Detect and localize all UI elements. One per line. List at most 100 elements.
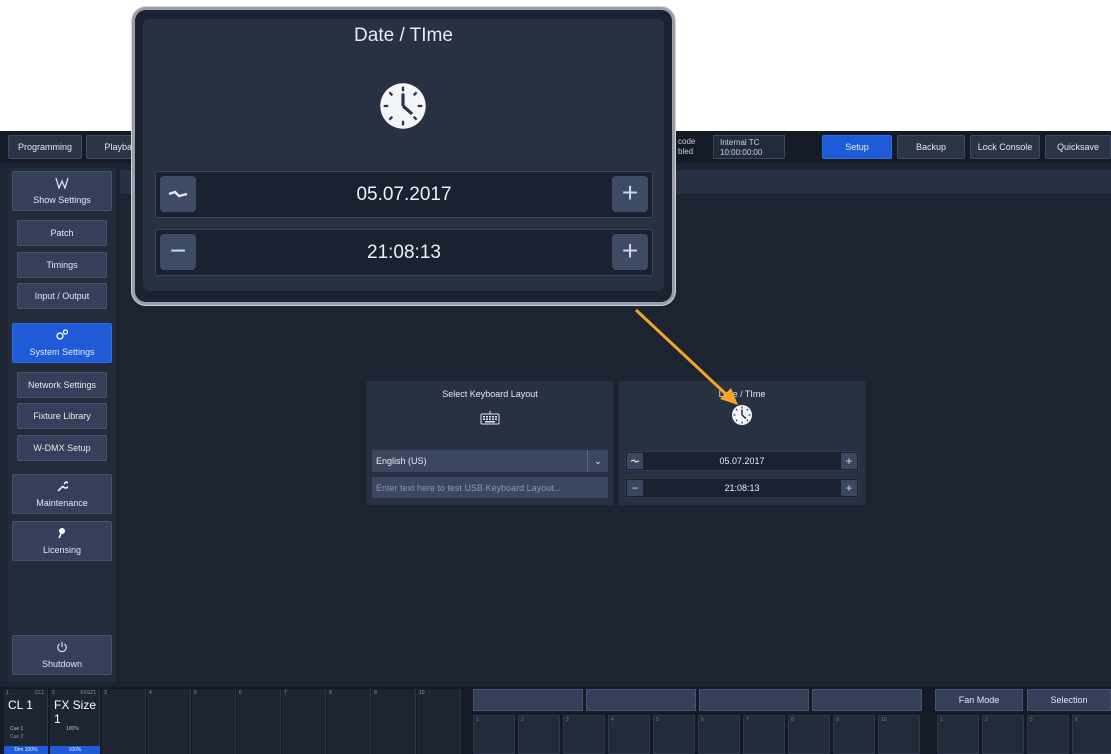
time-increment-button[interactable]: + bbox=[841, 480, 857, 496]
selection-button[interactable]: Selection bbox=[1027, 689, 1111, 711]
cell-number: 9 bbox=[374, 690, 377, 696]
fan-mode-label: Fan Mode bbox=[958, 695, 1000, 705]
input-output-button[interactable]: Input / Output bbox=[17, 283, 107, 309]
fader-number: 7 bbox=[746, 717, 749, 723]
fader-square-8[interactable]: 8 bbox=[788, 715, 830, 754]
fader-number: 6 bbox=[1075, 717, 1078, 723]
zoom-time-row: − 21:08:13 + bbox=[155, 229, 653, 276]
fader-number: 6 bbox=[701, 717, 704, 723]
zoom-time-increment-button[interactable]: + bbox=[612, 234, 648, 270]
cell1-cue2: Cue 2 bbox=[10, 734, 24, 740]
lock-console-button[interactable]: Lock Console bbox=[970, 135, 1040, 159]
plus-icon: + bbox=[845, 481, 853, 495]
timecode-status: code bled bbox=[672, 135, 708, 159]
internal-tc-label: Internal TC bbox=[720, 138, 760, 147]
timings-button[interactable]: Timings bbox=[17, 252, 107, 278]
internal-tc[interactable]: Internal TC 10:00:00:00 bbox=[713, 135, 785, 159]
system-settings-button[interactable]: System Settings bbox=[12, 323, 112, 363]
zoom-date-value: 05.07.2017 bbox=[356, 184, 452, 205]
executor-button-3[interactable] bbox=[699, 689, 809, 711]
fixture-library-label: Fixture Library bbox=[33, 411, 91, 421]
playback-cell-1[interactable]: 1 CL1 CL 1 Cue 1 Cue 2 Dim 100% bbox=[4, 689, 48, 754]
playback-cell-6[interactable]: 6 bbox=[237, 689, 281, 754]
patch-button[interactable]: Patch bbox=[17, 220, 107, 246]
backup-button[interactable]: Backup bbox=[897, 135, 965, 159]
licensing-button[interactable]: Licensing bbox=[12, 521, 112, 561]
cell-number: 3 bbox=[104, 690, 107, 696]
fader-square-7[interactable]: 7 bbox=[743, 715, 785, 754]
fader-number: 3 bbox=[566, 717, 569, 723]
licensing-label: Licensing bbox=[42, 545, 82, 555]
zoom-date-row: 05.07.2017 + bbox=[155, 171, 653, 218]
sel-square-2[interactable]: 6 bbox=[1072, 715, 1111, 754]
fader-square-5[interactable]: 5 bbox=[653, 715, 695, 754]
gears-icon bbox=[55, 329, 69, 344]
zoom-date-increment-button[interactable]: + bbox=[612, 176, 648, 212]
fader-square-6[interactable]: 6 bbox=[698, 715, 740, 754]
cell2-dim: 100% bbox=[50, 746, 100, 754]
executor-button-1[interactable] bbox=[473, 689, 583, 711]
shutdown-button[interactable]: Shutdown bbox=[12, 635, 112, 675]
fader-square-10[interactable]: 10 bbox=[878, 715, 920, 754]
setup-button[interactable]: Setup bbox=[822, 135, 892, 159]
system-settings-label: System Settings bbox=[29, 347, 95, 357]
fader-number: 10 bbox=[881, 717, 887, 723]
playback-cell-2[interactable]: 2 FXSZ1 FX Size 1 100% 100% bbox=[50, 689, 100, 754]
date-increment-button[interactable]: + bbox=[841, 453, 857, 469]
fader-square-1[interactable]: 1 bbox=[473, 715, 515, 754]
network-settings-button[interactable]: Network Settings bbox=[17, 372, 107, 398]
fan-square-1[interactable]: 1 bbox=[937, 715, 979, 754]
wdmx-setup-label: W-DMX Setup bbox=[33, 443, 91, 453]
fan-square-2[interactable]: 2 bbox=[982, 715, 1024, 754]
chevron-down-icon[interactable]: ⌄ bbox=[587, 450, 608, 472]
date-time-panel: Date / TIme 05.07.2017 + − 21:08:13 + bbox=[619, 381, 865, 505]
plus-icon: + bbox=[621, 235, 639, 266]
fixture-library-button[interactable]: Fixture Library bbox=[17, 403, 107, 429]
playback-cell-5[interactable]: 5 bbox=[192, 689, 236, 754]
key-icon bbox=[56, 527, 68, 542]
executor-button-2[interactable] bbox=[586, 689, 696, 711]
cell2-num: 2 bbox=[52, 690, 55, 696]
cell1-name: CL 1 bbox=[8, 698, 33, 712]
show-settings-button[interactable]: Show Settings bbox=[12, 171, 112, 211]
clock-icon bbox=[378, 81, 428, 136]
network-settings-label: Network Settings bbox=[27, 380, 97, 390]
wdmx-setup-button[interactable]: W-DMX Setup bbox=[17, 435, 107, 461]
fader-number: 2 bbox=[985, 717, 988, 723]
wrench-icon bbox=[56, 480, 70, 495]
executor-button-4[interactable] bbox=[812, 689, 922, 711]
cell1-dim: Dim 100% bbox=[4, 746, 48, 754]
sel-square-1[interactable]: 5 bbox=[1027, 715, 1069, 754]
fader-number: 5 bbox=[1030, 717, 1033, 723]
fader-number: 5 bbox=[656, 717, 659, 723]
maintenance-label: Maintenance bbox=[36, 498, 88, 508]
fader-square-3[interactable]: 3 bbox=[563, 715, 605, 754]
playback-cell-7[interactable]: 7 bbox=[282, 689, 326, 754]
time-row: − 21:08:13 + bbox=[625, 478, 859, 498]
date-value: 05.07.2017 bbox=[719, 456, 765, 466]
playback-cell-4[interactable]: 4 bbox=[147, 689, 191, 754]
cell2-name: FX Size 1 bbox=[54, 698, 97, 726]
fader-square-9[interactable]: 9 bbox=[833, 715, 875, 754]
tab-programming[interactable]: Programming bbox=[8, 135, 82, 159]
keyboard-layout-select[interactable]: English (US) ⌄ bbox=[372, 450, 608, 472]
cell-number: 7 bbox=[284, 690, 287, 696]
keyboard-icon bbox=[480, 411, 500, 430]
quicksave-button[interactable]: Quicksave bbox=[1045, 135, 1111, 159]
cell1-cue: Cue 1 bbox=[10, 726, 24, 732]
playback-cell-10[interactable]: 10 bbox=[417, 689, 461, 754]
setup-label: Setup bbox=[845, 142, 869, 152]
fader-square-4[interactable]: 4 bbox=[608, 715, 650, 754]
fader-square-2[interactable]: 2 bbox=[518, 715, 560, 754]
fan-mode-button[interactable]: Fan Mode bbox=[935, 689, 1023, 711]
fader-number: 2 bbox=[521, 717, 524, 723]
keyboard-test-input[interactable] bbox=[372, 477, 608, 498]
maintenance-button[interactable]: Maintenance bbox=[12, 474, 112, 514]
playback-cell-8[interactable]: 8 bbox=[327, 689, 371, 754]
timings-label: Timings bbox=[46, 260, 78, 270]
playback-cell-9[interactable]: 9 bbox=[372, 689, 416, 754]
fader-number: 4 bbox=[611, 717, 614, 723]
playback-strip: 1 CL1 CL 1 Cue 1 Cue 2 Dim 100% 2 FXSZ1 … bbox=[0, 687, 1111, 754]
playback-cell-3[interactable]: 3 bbox=[102, 689, 146, 754]
cell1-num: 1 bbox=[6, 690, 9, 696]
